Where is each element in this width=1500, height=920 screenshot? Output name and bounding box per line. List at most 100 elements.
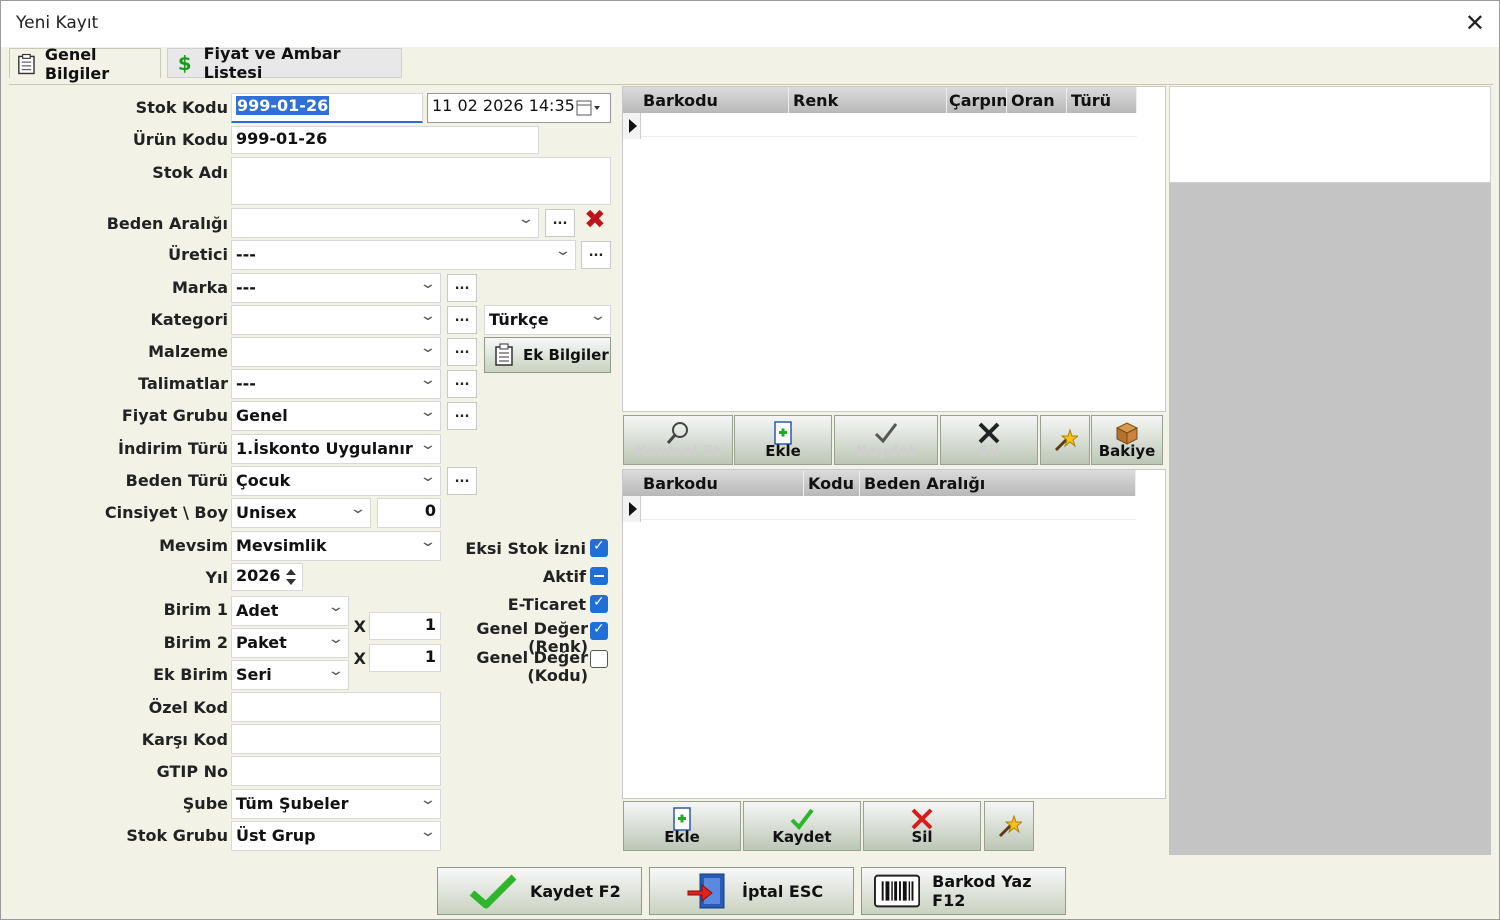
label-aktif: Aktif: [542, 567, 586, 586]
chevron-down-icon: ⌄: [419, 276, 437, 292]
cinsiyet-select[interactable]: Unisex ⌄: [231, 498, 371, 528]
button-label: Kaydet: [772, 828, 832, 846]
birim-2-select[interactable]: Paket ⌄: [231, 628, 349, 658]
ozel-kod-input[interactable]: [231, 692, 441, 722]
kategori-select[interactable]: ⌄: [231, 305, 441, 335]
malzeme-browse-button[interactable]: ...: [447, 338, 477, 366]
chevron-down-icon: ⌄: [419, 824, 437, 840]
kategori-browse-button[interactable]: ...: [447, 306, 477, 334]
exit-door-icon: [687, 873, 725, 909]
e-ticaret-checkbox[interactable]: [590, 594, 608, 613]
column-header[interactable]: Beden Aralığı: [860, 470, 1136, 496]
button-label: Sil: [978, 442, 1000, 460]
eksi-stok-izni-checkbox[interactable]: [590, 538, 608, 557]
column-header[interactable]: Barkodu: [623, 87, 789, 113]
magic-wand-beden-button[interactable]: [984, 801, 1034, 851]
column-header[interactable]: Barkodu: [623, 470, 804, 496]
malzeme-select[interactable]: ⌄: [231, 337, 441, 367]
urun-kodu-input[interactable]: 999-01-26: [231, 126, 539, 154]
ek-birim-carpan-input[interactable]: 1: [369, 644, 441, 672]
ek-bilgiler-button[interactable]: Ek Bilgiler: [484, 337, 611, 373]
clear-x-icon[interactable]: ✖: [584, 205, 606, 235]
label-stok-grubu: Stok Grubu: [126, 826, 228, 845]
sil-barkod-button[interactable]: Sil: [940, 415, 1038, 465]
label-indirim-turu: İndirim Türü: [118, 439, 228, 458]
sil-beden-button[interactable]: Sil: [863, 801, 981, 851]
label-birim-2: Birim 2: [163, 633, 228, 652]
birim-1-select[interactable]: Adet ⌄: [231, 596, 349, 626]
fiyat-grubu-select[interactable]: Genel ⌄: [231, 401, 441, 431]
marka-browse-button[interactable]: ...: [447, 274, 477, 302]
chevron-down-icon: ⌄: [419, 340, 437, 356]
language-select[interactable]: Türkçe ⌄: [484, 305, 611, 335]
column-header[interactable]: Renk: [789, 87, 947, 113]
magic-wand-button[interactable]: [1040, 415, 1090, 465]
beden-araligi-select[interactable]: ⌄: [231, 208, 539, 238]
magic-wand-icon: [1054, 428, 1078, 452]
talimatlar-select[interactable]: --- ⌄: [231, 369, 441, 399]
table-row[interactable]: [641, 496, 1136, 520]
beden-turu-browse-button[interactable]: ...: [447, 467, 477, 495]
boy-input[interactable]: 0: [377, 498, 441, 528]
yil-spinner[interactable]: 2026: [231, 563, 303, 591]
label-mevsim: Mevsim: [159, 536, 228, 555]
sube-select[interactable]: Tüm Şubeler ⌄: [231, 789, 441, 819]
bakiye-button[interactable]: Bakiye: [1091, 415, 1163, 465]
mevsim-select[interactable]: Mevsimlik ⌄: [231, 531, 441, 561]
barcode-grid[interactable]: Barkodu Renk Çarpın Oran Türü: [622, 86, 1166, 412]
stok-adi-input[interactable]: [231, 157, 611, 205]
ekle-barkod-button[interactable]: Ekle: [734, 415, 832, 465]
birim-2-carpan-input[interactable]: 1: [369, 612, 441, 640]
spinner-arrows-icon[interactable]: [284, 567, 298, 587]
window-title: Yeni Kayıt: [16, 13, 99, 33]
uretici-browse-button[interactable]: ...: [581, 241, 611, 269]
karsi-kod-input[interactable]: [231, 724, 441, 754]
label-uretici: Üretici: [168, 245, 228, 264]
multiplier-x-label: X: [353, 617, 366, 636]
column-header[interactable]: Türü: [1067, 87, 1137, 113]
kaydet-beden-button[interactable]: Kaydet: [743, 801, 861, 851]
label-stok-kodu: Stok Kodu: [135, 98, 228, 117]
genel-deger-kodu-checkbox[interactable]: [590, 650, 608, 668]
column-header[interactable]: Oran: [1007, 87, 1067, 113]
tab-fiyat-ambar[interactable]: $ Fiyat ve Ambar Listesi: [167, 44, 402, 82]
label-ek-birim: Ek Birim: [153, 665, 228, 684]
gtip-no-input[interactable]: [231, 756, 441, 786]
genel-deger-renk-checkbox[interactable]: [590, 621, 608, 640]
chevron-down-icon: ⌄: [419, 792, 437, 808]
ekle-beden-button[interactable]: Ekle: [623, 801, 741, 851]
stok-grubu-select[interactable]: Üst Grup ⌄: [231, 821, 441, 851]
table-row[interactable]: [641, 113, 1137, 137]
indirim-turu-select[interactable]: 1.İskonto Uygulanır ⌄: [231, 434, 441, 464]
title-bar: Yeni Kayıt ✕: [1, 1, 1499, 47]
label-marka: Marka: [171, 278, 228, 297]
image-preview[interactable]: [1169, 86, 1491, 183]
kaydet-f2-button[interactable]: Kaydet F2: [437, 867, 642, 915]
select-value: ---: [236, 245, 256, 264]
tab-genel-bilgiler[interactable]: Genel Bilgiler: [9, 45, 161, 83]
fiyat-grubu-browse-button[interactable]: ...: [447, 402, 477, 430]
image-placeholder: [1169, 183, 1491, 855]
chevron-down-icon: ⌄: [554, 243, 572, 259]
ek-birim-select[interactable]: Seri ⌄: [231, 660, 349, 690]
column-header[interactable]: Çarpın: [947, 87, 1007, 113]
stok-kodu-input[interactable]: 999-01-26: [231, 93, 423, 123]
chevron-down-icon: ⌄: [419, 404, 437, 420]
kontrol-et-button[interactable]: Kontrol Et: [623, 415, 733, 465]
kaydet-barkod-button[interactable]: Kaydet: [834, 415, 938, 465]
talimatlar-browse-button[interactable]: ...: [447, 370, 477, 398]
marka-select[interactable]: --- ⌄: [231, 273, 441, 303]
uretici-select[interactable]: --- ⌄: [231, 240, 576, 270]
beden-araligi-browse-button[interactable]: ...: [545, 209, 575, 237]
date-time-picker[interactable]: 11 02 2026 14:35: [427, 93, 611, 123]
column-header[interactable]: Kodu: [804, 470, 860, 496]
calendar-dropdown-icon[interactable]: [576, 99, 602, 117]
dollar-icon: $: [178, 52, 192, 74]
aktif-checkbox[interactable]: [590, 567, 608, 585]
iptal-esc-button[interactable]: İptal ESC: [649, 867, 854, 915]
size-grid[interactable]: Barkodu Kodu Beden Aralığı: [622, 469, 1166, 799]
barkod-yaz-f12-button[interactable]: Barkod Yaz F12: [861, 867, 1066, 915]
button-label: Kontrol Et: [635, 442, 721, 460]
close-icon[interactable]: ✕: [1465, 9, 1485, 37]
beden-turu-select[interactable]: Çocuk ⌄: [231, 466, 441, 496]
